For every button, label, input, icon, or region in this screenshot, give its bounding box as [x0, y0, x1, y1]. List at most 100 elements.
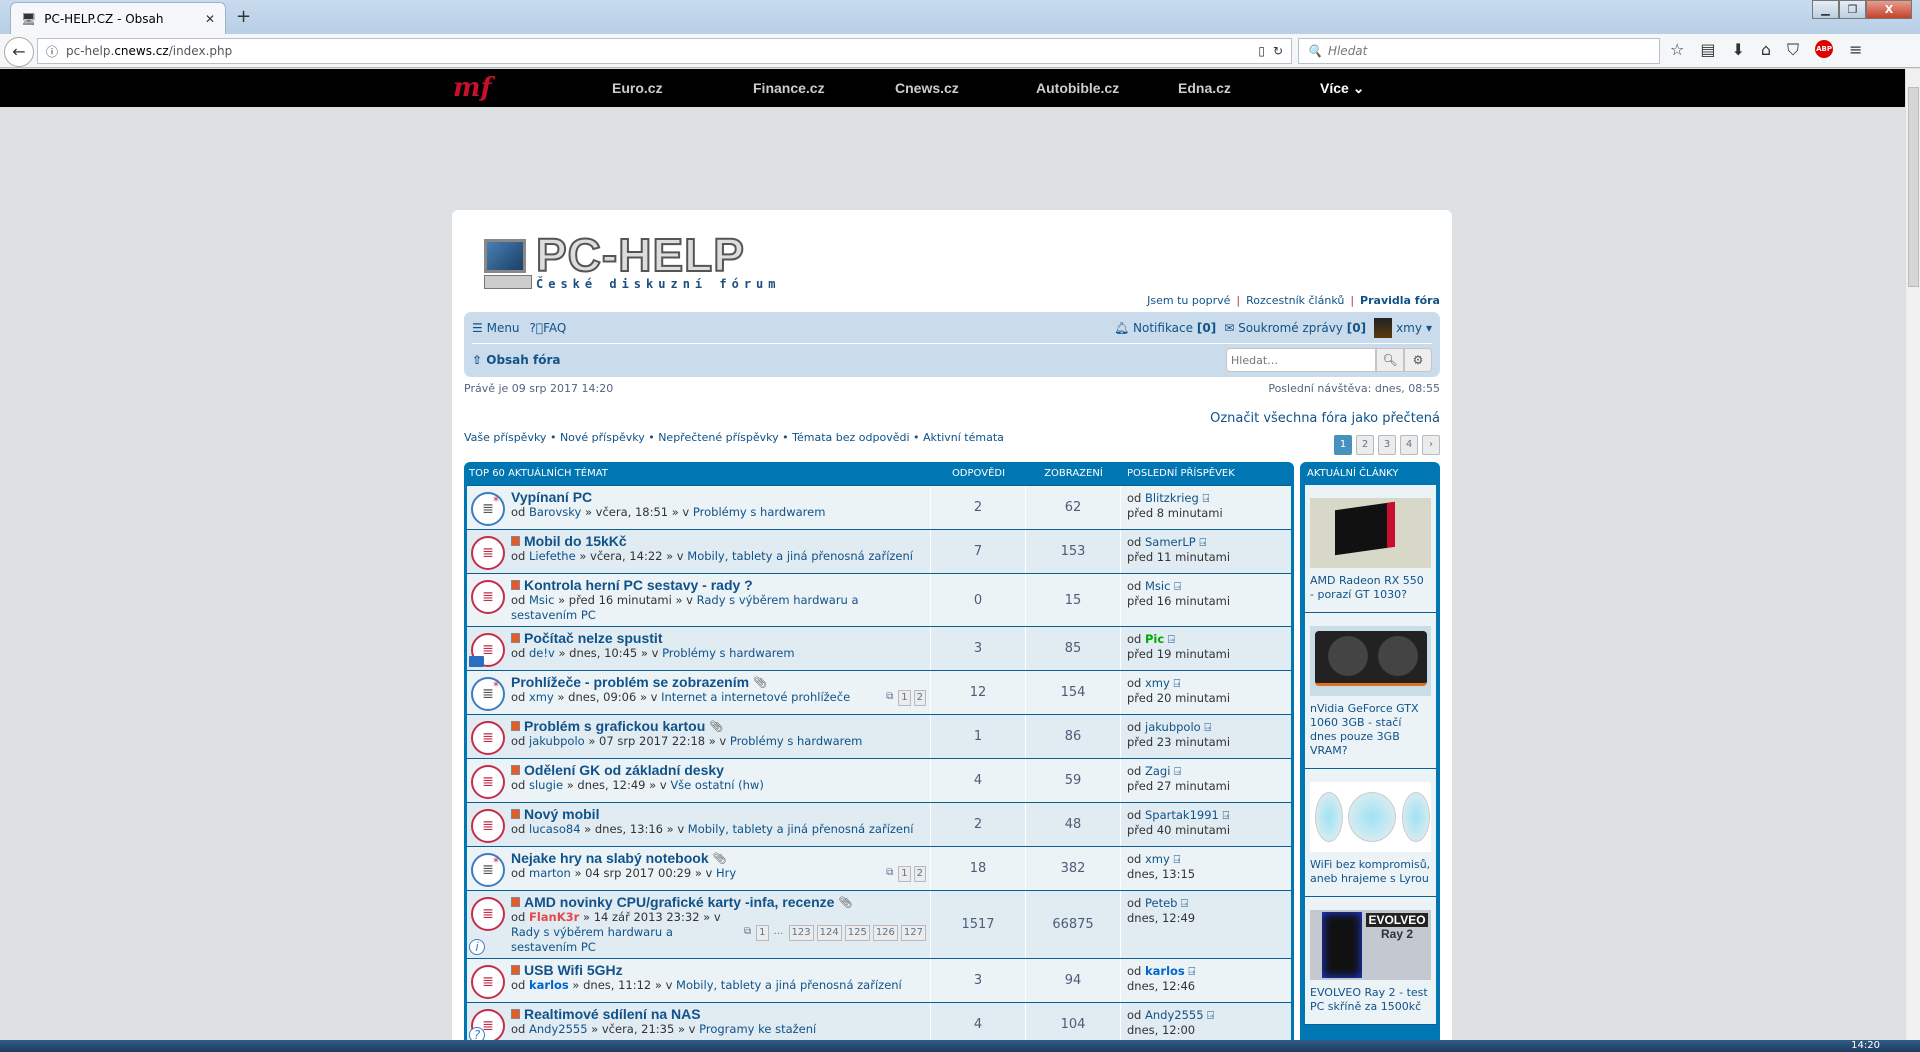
page-scrollbar[interactable] [1905, 69, 1920, 1040]
last-post-author-link[interactable]: Peteb [1145, 896, 1177, 910]
view-latest-post-icon[interactable]: ⍈ [1196, 535, 1206, 549]
topic-title-link[interactable]: USB Wifi 5GHz [524, 962, 623, 978]
topic-forum-link[interactable]: Mobily, tablety a jiná přenosná zařízení [688, 822, 914, 836]
topic-page-link[interactable]: 1 [898, 690, 911, 706]
page-button[interactable]: 4 [1400, 435, 1418, 455]
topic-title-link[interactable]: Odělení GK od základní desky [524, 762, 724, 778]
topic-page-link[interactable]: 2 [913, 690, 926, 706]
forum-search-input[interactable] [1226, 348, 1376, 372]
topic-page-link[interactable]: 124 [816, 924, 842, 941]
topic-author-link[interactable]: Barovsky [529, 505, 581, 519]
adblock-icon[interactable]: ABP [1815, 40, 1834, 58]
page-button[interactable]: 1 [1334, 435, 1352, 455]
reader-view-icon[interactable]: ▯ [1258, 44, 1265, 58]
topic-title-link[interactable]: Realtimové sdílení na NAS [524, 1006, 701, 1022]
page-button[interactable]: › [1422, 435, 1440, 455]
last-post-author-link[interactable]: Blitzkrieg [1145, 491, 1199, 505]
back-button[interactable]: ← [4, 37, 34, 67]
new-tab-button[interactable]: + [236, 6, 251, 27]
more-dropdown[interactable]: Více ⌄ [1320, 80, 1364, 97]
topic-title-link[interactable]: Nový mobil [524, 806, 599, 822]
reload-icon[interactable]: ↻ [1273, 44, 1283, 58]
window-close-button[interactable]: X [1866, 0, 1912, 19]
first-time-link[interactable]: Jsem tu poprvé [1147, 294, 1230, 307]
quick-link[interactable]: Aktivní témata [923, 431, 1004, 444]
page-button[interactable]: 2 [1356, 435, 1374, 455]
view-latest-post-icon[interactable]: ⍈ [1170, 764, 1181, 778]
topic-forum-link[interactable]: Mobily, tablety a jiná přenosná zařízení [687, 549, 913, 563]
topic-author-link[interactable]: karlos [529, 978, 569, 992]
quick-link[interactable]: Nepřečtené příspěvky [658, 431, 778, 444]
faq-link[interactable]: ?⃝FAQ [530, 321, 567, 335]
bookmark-star-icon[interactable]: ☆ [1670, 40, 1684, 60]
topic-author-link[interactable]: Msic [529, 593, 554, 607]
last-post-author-link[interactable]: Msic [1145, 579, 1170, 593]
quick-link[interactable]: Témata bez odpovědi [792, 431, 909, 444]
topic-page-link[interactable]: 123 [788, 924, 814, 941]
topic-forum-link[interactable]: Vše ostatní (hw) [670, 778, 764, 792]
topic-author-link[interactable]: jakubpolo [529, 734, 585, 748]
quick-link[interactable]: Nové příspěvky [560, 431, 645, 444]
view-latest-post-icon[interactable]: ⍈ [1164, 632, 1175, 646]
topic-page-link[interactable]: 1 [898, 866, 911, 882]
topic-author-link[interactable]: xmy [529, 690, 554, 704]
topic-forum-link[interactable]: Hry [716, 866, 736, 880]
topic-forum-link[interactable]: Programy ke stažení [699, 1022, 816, 1036]
view-latest-post-icon[interactable]: ⍈ [1170, 852, 1180, 866]
view-latest-post-icon[interactable]: ⍈ [1204, 1008, 1214, 1022]
network-link[interactable]: Autobible.cz [1036, 80, 1119, 96]
library-icon[interactable]: ▤ [1700, 40, 1715, 60]
topic-title-link[interactable]: Kontrola herní PC sestavy - rady ? [524, 577, 753, 593]
quick-link[interactable]: Vaše příspěvky [464, 431, 546, 444]
view-latest-post-icon[interactable]: ⍈ [1170, 579, 1181, 593]
home-icon[interactable]: ⌂ [1761, 40, 1771, 60]
topic-forum-link[interactable]: Problémy s hardwarem [693, 505, 826, 519]
network-link[interactable]: Cnews.cz [895, 80, 959, 96]
network-link[interactable]: Edna.cz [1178, 80, 1231, 96]
minimize-button[interactable]: ▁ [1812, 0, 1839, 19]
rules-link[interactable]: Pravidla fóra [1360, 294, 1440, 307]
last-post-author-link[interactable]: xmy [1145, 676, 1170, 690]
article-item[interactable]: EVOLVEO Ray 2 EVOLVEO Ray 2 - test PC skř… [1305, 897, 1436, 1025]
last-post-author-link[interactable]: xmy [1145, 852, 1170, 866]
topic-page-link[interactable]: 126 [872, 924, 898, 941]
topic-page-link[interactable]: 125 [844, 924, 870, 941]
last-post-author-link[interactable]: Andy2555 [1145, 1008, 1204, 1022]
info-icon[interactable]: ⓘ [46, 43, 58, 60]
topic-title-link[interactable]: Mobil do 15kKč [524, 533, 627, 549]
search-button[interactable]: 🔍︎ [1376, 348, 1404, 372]
topic-forum-link[interactable]: Problémy s hardwarem [730, 734, 863, 748]
last-post-author-link[interactable]: SamerLP [1145, 535, 1196, 549]
topic-title-link[interactable]: AMD novinky CPU/grafické karty -infa, re… [524, 894, 834, 910]
maximize-button[interactable]: ❐ [1839, 0, 1866, 19]
download-icon[interactable]: ⬇ [1731, 40, 1744, 60]
page-button[interactable]: 3 [1378, 435, 1396, 455]
hamburger-menu-icon[interactable]: ≡ [1849, 40, 1862, 60]
topic-title-link[interactable]: Vypínaní PC [511, 489, 592, 505]
scrollbar-thumb[interactable] [1908, 87, 1919, 287]
close-tab-icon[interactable]: ✕ [205, 12, 215, 26]
browser-tab[interactable]: 🖥 PC-HELP.CZ - Obsah ✕ [10, 2, 226, 34]
browser-search-field[interactable]: 🔍 Hledat [1298, 38, 1660, 64]
notifications-button[interactable]: 🔔︎ Notifikace [0] [1114, 321, 1216, 335]
view-latest-post-icon[interactable]: ⍈ [1170, 676, 1180, 690]
last-post-author-link[interactable]: jakubpolo [1145, 720, 1201, 734]
pocket-icon[interactable]: ⛉ [1787, 40, 1799, 60]
last-post-author-link[interactable]: karlos [1145, 964, 1185, 978]
menu-button[interactable]: ☰ Menu [472, 321, 520, 335]
user-menu[interactable]: xmy ▾ [1374, 317, 1432, 338]
network-link[interactable]: Euro.cz [612, 80, 663, 96]
topic-title-link[interactable]: Problém s grafickou kartou [524, 718, 705, 734]
view-latest-post-icon[interactable]: ⍈ [1219, 808, 1230, 822]
forum-logo[interactable]: PC-HELP České diskuzní fórum [484, 231, 781, 291]
article-item[interactable]: WiFi bez kompromisů, aneb hrajeme s Lyro… [1305, 769, 1436, 897]
last-post-author-link[interactable]: Spartak1991 [1145, 808, 1219, 822]
network-link[interactable]: Finance.cz [753, 80, 825, 96]
topic-page-link[interactable]: 2 [913, 866, 926, 882]
view-latest-post-icon[interactable]: ⍈ [1199, 491, 1209, 505]
topic-forum-link[interactable]: Problémy s hardwarem [662, 646, 795, 660]
topic-author-link[interactable]: slugie [529, 778, 563, 792]
topic-title-link[interactable]: Prohlížeče - problém se zobrazením [511, 674, 749, 690]
topic-title-link[interactable]: Počítač nelze spustit [524, 630, 662, 646]
last-post-author-link[interactable]: Zagi [1145, 764, 1170, 778]
